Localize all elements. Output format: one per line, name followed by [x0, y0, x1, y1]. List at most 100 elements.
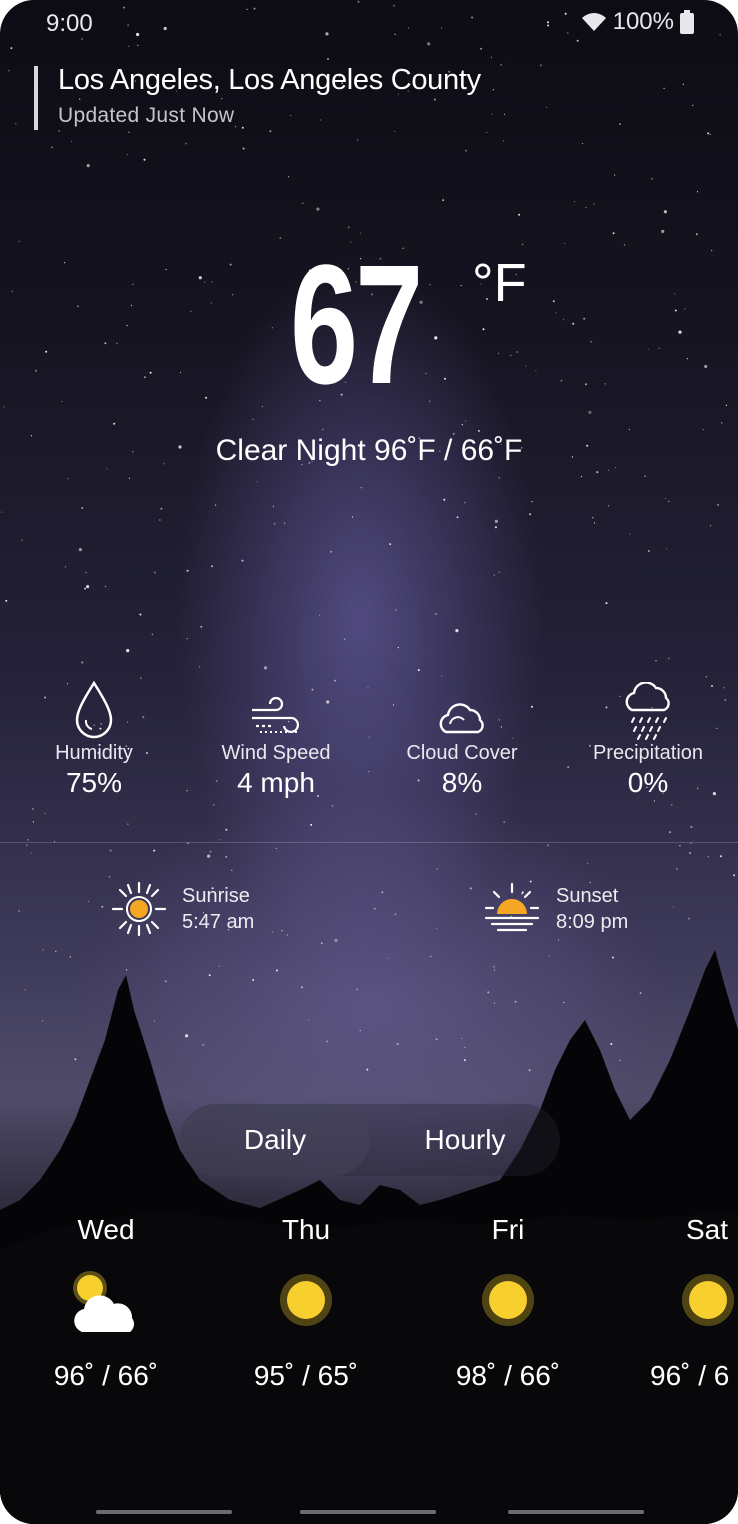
star	[108, 876, 111, 878]
star	[596, 471, 599, 474]
star	[464, 149, 467, 152]
star	[663, 210, 668, 214]
star	[442, 199, 445, 202]
star	[686, 358, 689, 360]
star	[215, 504, 217, 506]
star	[109, 849, 112, 852]
star	[461, 424, 463, 426]
star	[286, 934, 288, 936]
star	[711, 250, 713, 252]
star	[81, 38, 83, 40]
star	[246, 8, 248, 10]
star	[44, 812, 46, 814]
stat-precipitation: Precipitation 0%	[558, 676, 738, 799]
star	[567, 32, 569, 34]
star	[663, 87, 665, 89]
forecast-day[interactable]: Thu 95˚ / 65˚	[226, 1214, 386, 1392]
star	[153, 1020, 156, 1022]
star	[695, 233, 698, 236]
star	[202, 1043, 205, 1046]
star	[11, 290, 13, 292]
star	[539, 64, 542, 67]
star	[261, 405, 263, 408]
star	[143, 376, 146, 379]
star	[592, 517, 594, 519]
star	[252, 418, 254, 420]
star	[552, 300, 555, 303]
star	[548, 955, 551, 957]
star	[113, 422, 116, 425]
star	[688, 917, 691, 920]
star	[81, 661, 84, 664]
star	[225, 828, 228, 831]
star	[684, 308, 686, 310]
stat-label: Precipitation	[592, 742, 704, 764]
star	[218, 965, 221, 967]
star	[213, 804, 215, 806]
current-temperature: 67	[290, 230, 423, 420]
star	[79, 98, 81, 100]
star	[137, 44, 139, 46]
forecast-day[interactable]: Wed 96˚ / 66˚	[26, 1214, 186, 1392]
star	[45, 350, 48, 353]
star	[583, 317, 586, 320]
star	[407, 27, 409, 29]
star	[204, 281, 206, 283]
star	[122, 6, 125, 9]
star	[287, 176, 290, 178]
star	[464, 1046, 466, 1048]
star	[160, 507, 163, 510]
star	[184, 142, 187, 145]
star	[394, 33, 396, 35]
star	[629, 533, 631, 535]
star	[368, 736, 370, 738]
star	[619, 123, 621, 126]
star	[61, 400, 63, 403]
forecast-day[interactable]: Sat 96˚ / 6	[630, 1214, 738, 1392]
star	[18, 240, 20, 242]
star	[682, 83, 684, 85]
star	[330, 550, 333, 553]
location-title[interactable]: Los Angeles, Los Angeles County	[58, 64, 481, 97]
battery-percent: 100%	[612, 8, 674, 35]
star	[564, 12, 567, 15]
star	[316, 207, 320, 211]
star	[427, 42, 431, 46]
star	[514, 1000, 517, 1003]
forecast-day[interactable]: Fri 98˚ / 66˚	[428, 1214, 588, 1392]
sunset-block: Sunset 8:09 pm	[482, 880, 628, 938]
star	[128, 45, 130, 47]
star	[26, 844, 28, 846]
temperature-unit[interactable]: °F	[472, 252, 527, 314]
star	[707, 132, 710, 135]
star	[85, 572, 87, 574]
star	[604, 383, 606, 385]
tab-hourly[interactable]: Hourly	[370, 1104, 560, 1176]
star	[368, 771, 370, 773]
star	[702, 429, 704, 431]
star	[588, 410, 592, 414]
star	[471, 16, 474, 19]
stat-value: 75%	[65, 767, 123, 798]
star	[721, 422, 723, 424]
star	[623, 244, 626, 246]
star	[320, 119, 322, 121]
star	[186, 569, 189, 572]
star	[651, 178, 653, 180]
star	[503, 821, 506, 824]
star	[63, 262, 66, 264]
star	[164, 980, 167, 983]
star	[3, 406, 5, 408]
star	[290, 114, 292, 117]
star	[165, 268, 167, 271]
star	[326, 1040, 329, 1043]
star	[76, 305, 79, 308]
tab-daily[interactable]: Daily	[180, 1104, 370, 1176]
star	[394, 130, 396, 132]
star	[590, 340, 593, 343]
star	[436, 928, 438, 930]
star	[271, 327, 273, 329]
star	[153, 571, 156, 574]
star	[30, 852, 32, 854]
star	[490, 56, 492, 59]
